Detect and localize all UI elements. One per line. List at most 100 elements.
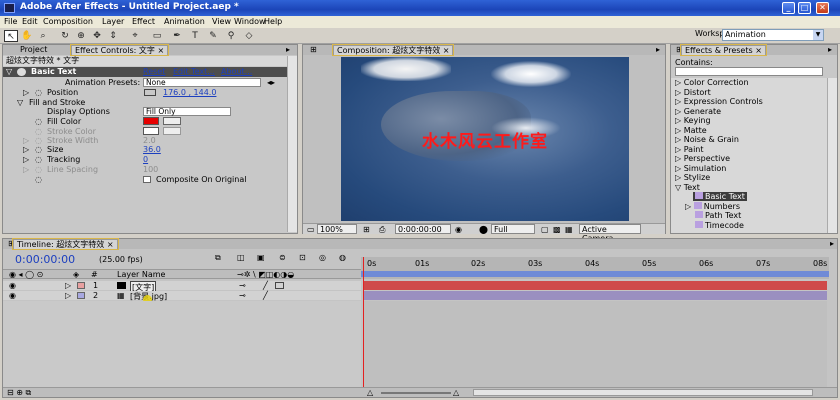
menu-view[interactable]: View xyxy=(212,17,231,26)
panel-menu-icon[interactable]: ▸ xyxy=(827,239,837,249)
resolution-select[interactable]: Full xyxy=(491,224,535,234)
label-color-swatch[interactable] xyxy=(77,292,85,299)
list-item[interactable]: ▷ Noise & Grain xyxy=(675,135,739,144)
tab-project[interactable]: Project xyxy=(17,45,50,55)
list-item[interactable]: ▷ Simulation xyxy=(675,164,726,173)
panel-grip-icon[interactable]: ⊞ xyxy=(307,45,320,55)
quality-icon[interactable]: ╱ xyxy=(263,291,268,300)
horizontal-scrollbar[interactable] xyxy=(473,389,813,396)
shy-icon[interactable]: ⊸ xyxy=(239,281,246,290)
fx-toggle-icon[interactable] xyxy=(17,68,26,76)
minimize-button[interactable]: _ xyxy=(782,2,795,14)
fill-color-swatch[interactable] xyxy=(143,117,159,125)
eraser-tool-icon[interactable]: ◇ xyxy=(242,30,256,42)
layer-bar-1[interactable] xyxy=(363,281,827,290)
stopwatch-icon[interactable]: ◌ xyxy=(35,145,42,154)
close-button[interactable]: ✕ xyxy=(816,2,829,14)
transparency-grid-icon[interactable]: ▩ xyxy=(553,225,561,234)
eyedropper-icon[interactable] xyxy=(163,127,181,135)
brush-tool-icon[interactable]: ✎ xyxy=(206,30,220,42)
list-item[interactable]: ▷ Color Correction xyxy=(675,78,749,87)
effect-switch-icon[interactable] xyxy=(275,282,284,289)
close-icon[interactable]: × xyxy=(107,240,114,249)
menu-layer[interactable]: Layer xyxy=(102,17,124,26)
close-icon[interactable]: × xyxy=(755,46,762,55)
stopwatch-icon[interactable]: ◌ xyxy=(35,155,42,164)
tab-timeline[interactable]: Timeline: 超炫文字特效 × xyxy=(12,238,119,250)
zoom-out-icon[interactable]: △ xyxy=(367,388,373,397)
expand-arrow-icon[interactable]: ▽ xyxy=(6,67,12,76)
list-item[interactable]: ▷ Expression Controls xyxy=(675,97,763,106)
composition-viewer[interactable]: 水木风云工作室 xyxy=(341,57,629,221)
maximize-button[interactable]: □ xyxy=(798,2,811,14)
list-item[interactable]: ▷ Distort xyxy=(675,88,711,97)
expand-arrow-icon[interactable]: ▷ xyxy=(65,281,71,290)
comp-mini-flowchart-icon[interactable]: ⧉ xyxy=(215,253,221,263)
expand-arrow-icon[interactable]: ▷ xyxy=(23,136,29,145)
hand-tool-icon[interactable]: ✋ xyxy=(20,30,34,42)
position-value[interactable]: 176.0 , 144.0 xyxy=(163,88,216,97)
always-preview-icon[interactable]: ▭ xyxy=(307,225,315,234)
menu-help[interactable]: Help xyxy=(264,17,282,26)
zoom-select[interactable]: 100% xyxy=(317,224,357,234)
effect-timecode[interactable]: Timecode xyxy=(695,221,744,230)
panel-menu-icon[interactable]: ▸ xyxy=(653,45,663,55)
preset-nav-icon[interactable]: ◂▸ xyxy=(267,78,275,87)
scrollbar[interactable] xyxy=(287,56,297,232)
tab-composition[interactable]: Composition: 超炫文字特效 × xyxy=(331,44,455,56)
work-area-bar[interactable] xyxy=(361,271,829,277)
menu-edit[interactable]: Edit xyxy=(22,17,38,26)
expand-arrow-icon[interactable]: ▽ xyxy=(17,98,23,107)
zoom-in-icon[interactable]: △ xyxy=(453,388,459,397)
tab-effect-controls[interactable]: Effect Controls: 文字 × xyxy=(69,44,170,56)
about-link[interactable]: About... xyxy=(221,67,252,76)
panel-menu-icon[interactable]: ▸ xyxy=(825,45,835,55)
expand-arrow-icon[interactable]: ▷ xyxy=(65,291,71,300)
list-item[interactable]: ▽ Text xyxy=(675,183,700,192)
stopwatch-icon[interactable]: ◌ xyxy=(35,136,42,145)
layer-bar-2[interactable] xyxy=(363,291,827,300)
reset-link[interactable]: Reset xyxy=(143,67,165,76)
motion-blur-icon[interactable]: ◎ xyxy=(319,253,326,262)
live-update-icon[interactable]: ◫ xyxy=(237,253,245,262)
stopwatch-icon[interactable]: ◌ xyxy=(35,165,42,174)
list-item[interactable]: ▷ Perspective xyxy=(675,154,730,163)
expand-arrow-icon[interactable]: ▷ xyxy=(23,155,29,164)
panel-menu-icon[interactable]: ▸ xyxy=(283,45,293,55)
list-item[interactable]: ▷ Matte xyxy=(675,126,707,135)
expand-arrow-icon[interactable]: ▷ xyxy=(23,165,29,174)
eye-icon[interactable]: ◉ xyxy=(9,291,16,300)
list-item[interactable]: ▷ Paint xyxy=(675,145,704,154)
shy-icon[interactable]: ⊸ xyxy=(239,291,246,300)
effect-numbers[interactable]: ▷ Numbers xyxy=(685,202,740,211)
channel-icon[interactable]: ⬤ xyxy=(479,225,488,234)
stopwatch-icon[interactable]: ◌ xyxy=(35,127,42,136)
workspace-select[interactable]: Animation ▼ xyxy=(722,29,824,41)
stopwatch-icon[interactable]: ◌ xyxy=(35,175,42,184)
quality-icon[interactable]: ╱ xyxy=(263,281,268,290)
view-select[interactable]: Active Camera xyxy=(579,224,641,243)
eyedropper-icon[interactable] xyxy=(163,117,181,125)
pan-behind-tool-icon[interactable]: ⌖ xyxy=(128,30,142,42)
snapshot-icon[interactable]: ⎙ xyxy=(379,225,385,235)
selection-tool-icon[interactable]: ↖ xyxy=(4,30,18,42)
display-options-select[interactable]: Fill Only xyxy=(143,107,231,116)
close-icon[interactable]: × xyxy=(443,46,450,55)
edit-text-link[interactable]: Edit Text... xyxy=(173,67,215,76)
menu-animation[interactable]: Animation xyxy=(164,17,205,26)
effect-row-basic-text[interactable]: ▽ Basic Text Reset Edit Text... About... xyxy=(3,67,297,77)
stroke-width-value[interactable]: 2.0 xyxy=(143,136,156,145)
menu-effect[interactable]: Effect xyxy=(132,17,155,26)
stopwatch-icon[interactable]: ◌ xyxy=(35,88,42,97)
table-row[interactable]: ◉ ▷ 2 ▦ [背景.jpg] ⊸ ╱ xyxy=(3,291,361,304)
zoom-tool-icon[interactable]: ⌕ xyxy=(36,30,50,42)
rectangle-mask-tool-icon[interactable]: ▭ xyxy=(150,30,164,42)
close-icon[interactable]: × xyxy=(157,46,164,55)
overlay-text[interactable]: 水木风云工作室 xyxy=(385,127,585,152)
stroke-color-swatch[interactable] xyxy=(143,127,159,135)
crosshair-icon[interactable] xyxy=(144,89,156,96)
hide-shy-layers-icon[interactable]: ⊜ xyxy=(279,253,286,262)
list-item[interactable]: ▷ Keying xyxy=(675,116,711,125)
current-time-field[interactable]: 0:00:00:00 xyxy=(395,224,451,234)
region-of-interest-icon[interactable]: ▢ xyxy=(541,225,549,234)
